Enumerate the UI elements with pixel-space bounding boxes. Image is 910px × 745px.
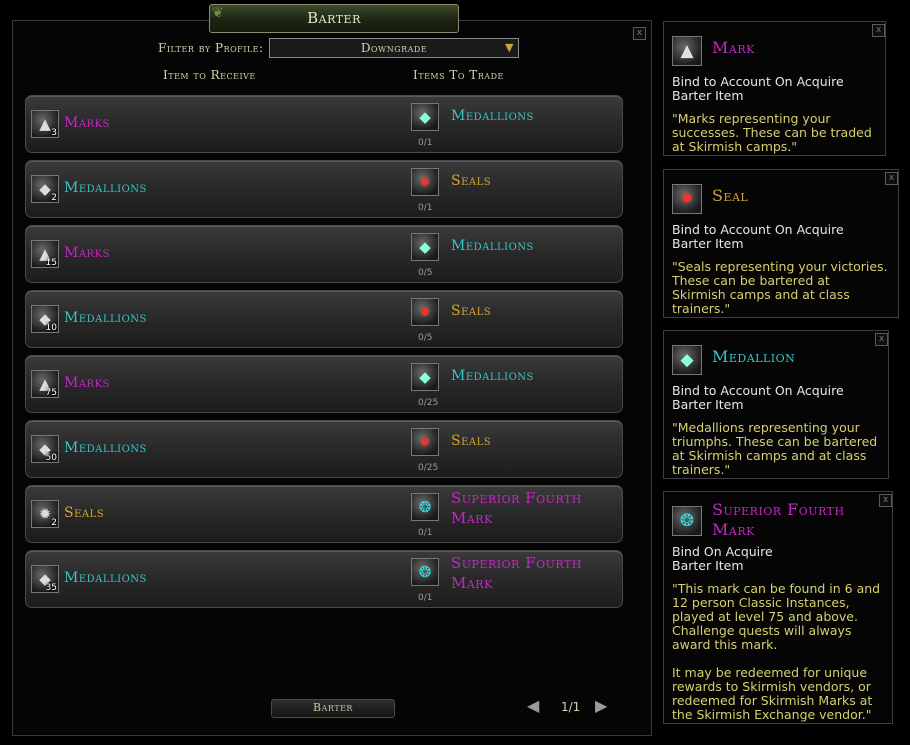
receive-item-name: Marks: [64, 375, 110, 391]
seal-icon[interactable]: ✹: [411, 168, 439, 196]
close-icon[interactable]: x: [885, 172, 898, 185]
mark-icon[interactable]: ▲ 75: [31, 370, 59, 398]
receive-item-name: Marks: [64, 115, 110, 131]
trade-item-name: Superior Fourth Mark: [451, 489, 582, 527]
tooltip-type: Barter Item: [672, 397, 744, 412]
mark-icon[interactable]: ▲ 3: [31, 110, 59, 138]
trade-count: 0/25: [418, 463, 439, 473]
tooltip-description: "This mark can be found in 6 and 12 pers…: [672, 581, 881, 722]
receive-quantity: 15: [45, 258, 57, 268]
trade-item-name: Medallions: [451, 108, 534, 124]
tooltip-description: "Medallions representing your triumphs. …: [672, 420, 878, 477]
trade-count: 0/1: [418, 528, 433, 538]
medallion-icon[interactable]: ◆: [411, 363, 439, 391]
tooltip-bind: Bind to Account On Acquire: [672, 383, 844, 398]
tooltip-bind: Bind to Account On Acquire: [672, 222, 844, 237]
trade-count: 0/1: [418, 138, 433, 148]
receive-quantity: 50: [45, 453, 57, 463]
filter-profile-dropdown[interactable]: Downgrade ▼: [269, 38, 519, 58]
tooltip-item-name: Seal: [712, 186, 749, 205]
tooltip-mark: x ▲ Mark Bind to Account On Acquire Bart…: [663, 21, 886, 156]
barter-button[interactable]: Barter: [271, 699, 395, 718]
window-title-bar[interactable]: ❦ Barter: [209, 4, 459, 33]
receive-quantity: 35: [45, 583, 57, 593]
medallion-icon: ◆: [672, 345, 702, 375]
receive-item-name: Medallions: [64, 440, 147, 456]
barter-window: x Filter by Profile: Downgrade ▼ Item to…: [12, 20, 652, 736]
dropdown-arrow-icon[interactable]: ▼: [503, 41, 516, 55]
tooltip-bind: Bind On Acquire: [672, 544, 773, 559]
seal-icon: ✹: [672, 184, 702, 214]
column-header-trade: Items To Trade: [413, 68, 504, 82]
receive-item-name: Medallions: [64, 310, 147, 326]
tooltip-bind: Bind to Account On Acquire: [672, 74, 844, 89]
superior-fourth-mark-icon[interactable]: ❂: [411, 558, 439, 586]
filter-value: Downgrade: [360, 41, 428, 55]
medallion-icon[interactable]: ◆: [411, 103, 439, 131]
trade-item-name: Superior Fourth Mark: [451, 554, 582, 592]
tooltip-type: Barter Item: [672, 236, 744, 251]
trade-count: 0/5: [418, 333, 433, 343]
column-header-receive: Item to Receive: [163, 68, 256, 82]
tooltip-superior-fourth-mark: x ❂ Superior Fourth Mark Bind On Acquire…: [663, 491, 893, 724]
barter-row[interactable]: ◆ 35 Medallions ❂ Superior Fourth Mark 0/…: [25, 550, 623, 608]
trade-count: 0/25: [418, 398, 439, 408]
close-icon[interactable]: x: [633, 27, 646, 40]
receive-item-name: Medallions: [64, 570, 147, 586]
receive-quantity: 2: [51, 193, 57, 203]
trade-count: 0/1: [418, 203, 433, 213]
tooltip-item-name: Medallion: [712, 347, 796, 366]
trade-count: 0/1: [418, 593, 433, 603]
medallion-icon[interactable]: ◆: [411, 233, 439, 261]
close-icon[interactable]: x: [872, 24, 885, 37]
tooltip-item-name: Mark: [712, 38, 755, 57]
medallion-icon[interactable]: ◆ 35: [31, 565, 59, 593]
tooltip-seal: x ✹ Seal Bind to Account On Acquire Bart…: [663, 169, 899, 318]
tooltip-description: "Seals representing your victories. Thes…: [672, 259, 888, 316]
receive-quantity: 75: [45, 388, 57, 398]
trade-item-name: Medallions: [451, 238, 534, 254]
vine-ornament-icon: ❦: [212, 5, 225, 21]
trade-item-name: Seals: [451, 433, 492, 449]
mark-icon: ▲: [672, 36, 702, 66]
medallion-icon[interactable]: ◆ 2: [31, 175, 59, 203]
receive-item-name: Marks: [64, 245, 110, 261]
tooltip-description: "Marks representing your successes. Thes…: [672, 111, 872, 154]
trade-item-name: Seals: [451, 303, 492, 319]
receive-quantity: 10: [45, 323, 57, 333]
receive-quantity: 2: [51, 518, 57, 528]
next-page-arrow-icon[interactable]: ▶: [595, 697, 613, 715]
superior-fourth-mark-icon[interactable]: ❂: [411, 493, 439, 521]
medallion-icon[interactable]: ◆ 50: [31, 435, 59, 463]
barter-row[interactable]: ▲ 15 Marks ◆ Medallions 0/5: [25, 225, 623, 283]
filter-label: Filter by Profile:: [158, 41, 264, 55]
receive-quantity: 3: [51, 128, 57, 138]
window-title: Barter: [307, 9, 361, 27]
barter-row[interactable]: ◆ 10 Medallions ✹ Seals 0/5: [25, 290, 623, 348]
mark-icon[interactable]: ▲ 15: [31, 240, 59, 268]
superior-fourth-mark-icon: ❂: [672, 506, 702, 536]
barter-row[interactable]: ◆ 50 Medallions ✹ Seals 0/25: [25, 420, 623, 478]
medallion-icon[interactable]: ◆ 10: [31, 305, 59, 333]
receive-item-name: Seals: [64, 505, 105, 521]
tooltip-type: Barter Item: [672, 558, 744, 573]
trade-count: 0/5: [418, 268, 433, 278]
seal-icon[interactable]: ✹: [411, 298, 439, 326]
prev-page-arrow-icon[interactable]: ◀: [527, 697, 545, 715]
receive-item-name: Medallions: [64, 180, 147, 196]
tooltip-medallion: x ◆ Medallion Bind to Account On Acquire…: [663, 330, 889, 479]
barter-row[interactable]: ▲ 3 Marks ◆ Medallions 0/1: [25, 95, 623, 153]
barter-row[interactable]: ✹ 2 Seals ❂ Superior Fourth Mark 0/1: [25, 485, 623, 543]
barter-row[interactable]: ▲ 75 Marks ◆ Medallions 0/25: [25, 355, 623, 413]
seal-icon[interactable]: ✹: [411, 428, 439, 456]
trade-item-name: Medallions: [451, 368, 534, 384]
page-indicator: 1/1: [561, 700, 581, 714]
trade-item-name: Seals: [451, 173, 492, 189]
close-icon[interactable]: x: [875, 333, 888, 346]
tooltip-item-name: Superior Fourth Mark: [712, 500, 845, 539]
barter-row[interactable]: ◆ 2 Medallions ✹ Seals 0/1: [25, 160, 623, 218]
tooltip-type: Barter Item: [672, 88, 744, 103]
seal-icon[interactable]: ✹ 2: [31, 500, 59, 528]
